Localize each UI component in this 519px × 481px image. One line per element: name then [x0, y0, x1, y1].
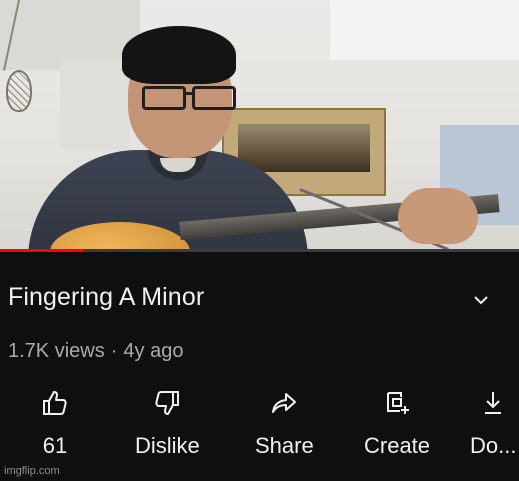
- progress-bar-fill: [0, 249, 84, 252]
- action-bar: 61 Dislike Share Create Do...: [0, 386, 519, 476]
- meta-separator: ·: [110, 340, 118, 362]
- like-count: 61: [42, 433, 68, 458]
- painting-canvas: [238, 124, 370, 172]
- person-hand: [398, 188, 478, 244]
- dislike-label: Dislike: [135, 433, 200, 458]
- create-button[interactable]: Create: [364, 386, 430, 459]
- thumbs-up-icon: [38, 386, 72, 420]
- watermark: imgflip.com: [4, 465, 60, 477]
- glasses-bridge: [184, 92, 194, 95]
- wall-panel: [60, 60, 130, 150]
- window: [330, 0, 519, 60]
- person-hair: [122, 26, 236, 84]
- download-label: Do...: [470, 433, 517, 458]
- create-sparkle-icon: [380, 386, 414, 420]
- download-button[interactable]: Do...: [470, 386, 516, 459]
- video-title[interactable]: Fingering A Minor: [8, 283, 204, 312]
- download-icon: [476, 386, 510, 420]
- like-button[interactable]: 61: [38, 386, 72, 459]
- share-button[interactable]: Share: [255, 386, 314, 459]
- glasses-left-lens: [142, 86, 186, 110]
- share-label: Share: [255, 433, 314, 458]
- create-label: Create: [364, 433, 431, 458]
- glasses-right-lens: [192, 86, 236, 110]
- video-meta[interactable]: 1.7K views · 4y ago: [8, 340, 183, 363]
- view-count: 1.7K views: [8, 340, 105, 362]
- whisk: [6, 70, 32, 112]
- thumbs-down-icon: [150, 386, 184, 420]
- share-arrow-icon: [267, 386, 301, 420]
- dislike-button[interactable]: Dislike: [135, 386, 200, 459]
- upload-age: 4y ago: [123, 340, 184, 362]
- chevron-down-icon[interactable]: [470, 289, 492, 311]
- video-player[interactable]: [0, 0, 519, 250]
- progress-bar[interactable]: [0, 249, 519, 252]
